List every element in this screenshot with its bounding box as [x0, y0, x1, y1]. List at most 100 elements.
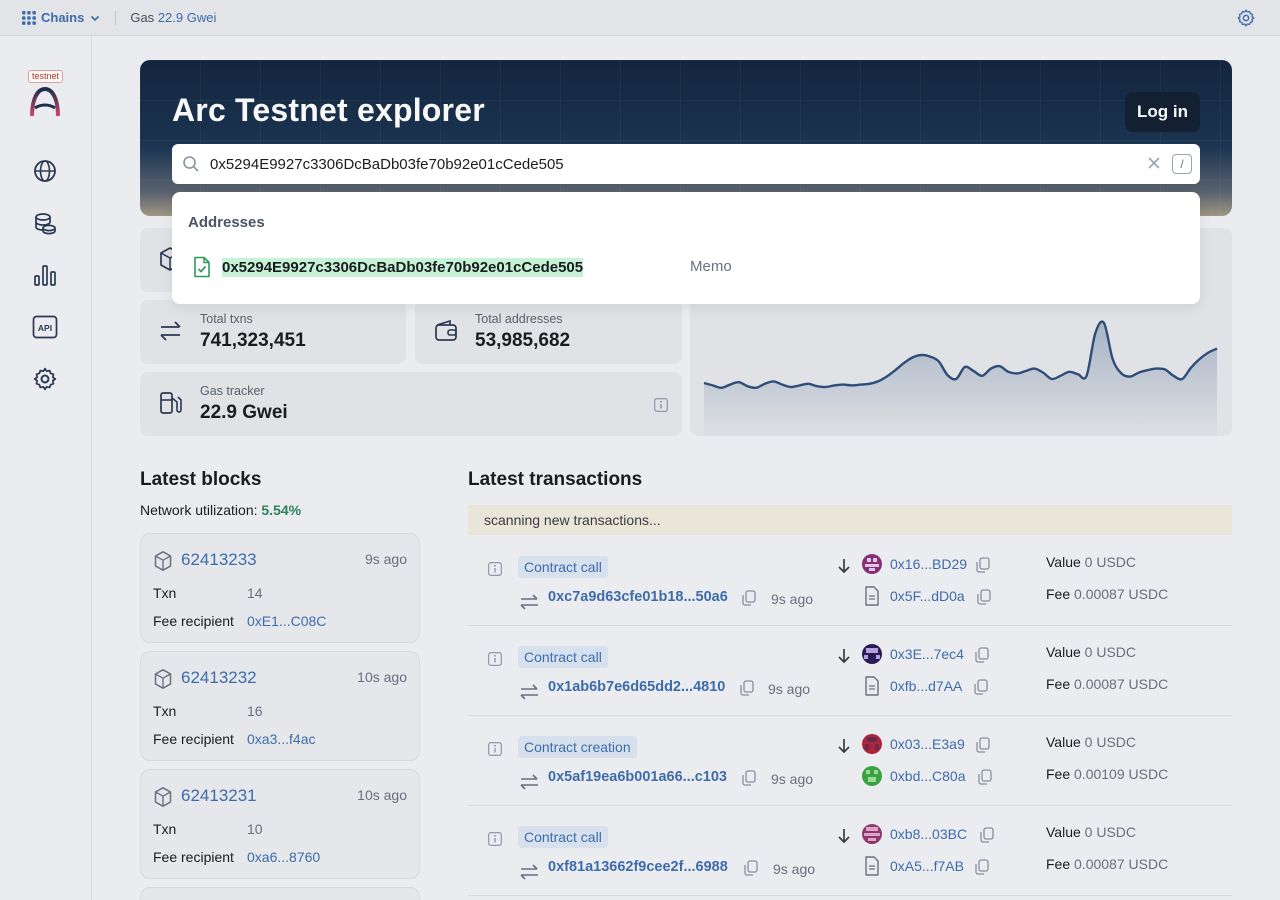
tx-from-address[interactable]: 0x3E...7ec4	[890, 646, 964, 662]
fee-amount: 0.00109 USDC	[1074, 766, 1169, 782]
tx-hash[interactable]: 0x1ab6b7e6d65dd2...4810	[548, 679, 725, 695]
stat-label: Total addresses	[475, 312, 563, 326]
tx-from-address[interactable]: 0x03...E3a9	[890, 736, 965, 752]
stat-card-gas-tracker: Gas tracker 22.9 Gwei	[140, 372, 682, 436]
tx-to-address[interactable]: 0xbd...C80a	[890, 768, 966, 784]
fee-amount: 0.00087 USDC	[1074, 676, 1169, 692]
to-avatar	[862, 766, 882, 786]
gas-indicator[interactable]: Gas 22.9 Gwei	[130, 10, 216, 25]
settings-icon[interactable]	[32, 366, 58, 392]
tx-hash[interactable]: 0x5af19ea6b001a66...c103	[548, 769, 727, 785]
fee-recipient-address[interactable]: 0xa3...f4ac	[247, 731, 316, 747]
transaction-row: Contract call 0xf81a13662f9cee2f...6988 …	[468, 806, 1232, 896]
utilization-label: Network utilization:	[140, 502, 258, 518]
arc-logo-icon	[30, 86, 60, 117]
transfer-arrows-icon	[520, 594, 538, 610]
copy-icon[interactable]	[742, 770, 756, 786]
txn-label: Txn	[153, 821, 177, 837]
tx-hash[interactable]: 0xc7a9d63cfe01b18...50a6	[548, 589, 728, 605]
copy-icon[interactable]	[974, 679, 988, 695]
result-name: Memo	[690, 258, 732, 275]
copy-icon[interactable]	[978, 769, 992, 785]
globe-icon[interactable]	[32, 158, 58, 184]
chart-area-fill	[704, 321, 1217, 436]
tx-hash[interactable]: 0xf81a13662f9cee2f...6988	[548, 859, 728, 875]
tx-age: 9s ago	[768, 681, 811, 697]
tx-fee: Fee 0.00087 USDC	[1046, 676, 1168, 692]
gas-value: 22.9 Gwei	[157, 10, 217, 25]
transaction-row: Contract creation 0x5af19ea6b001a66...c1…	[468, 716, 1232, 806]
tx-type-badge: Contract call	[518, 826, 608, 848]
fee-recipient-address[interactable]: 0xE1...C08C	[247, 613, 326, 629]
value-amount: 0 USDC	[1084, 824, 1137, 840]
search-input[interactable]: 0x5294E9927c3306DcBaDb03fe70b92e01cCede5…	[210, 156, 564, 173]
info-icon[interactable]	[488, 742, 502, 756]
txn-count: 16	[247, 703, 263, 719]
info-icon[interactable]	[488, 832, 502, 846]
stat-card-total-txns: Total txns 741,323,451	[140, 300, 406, 364]
from-avatar	[862, 824, 882, 844]
transaction-row: Contract call 0xc7a9d63cfe01b18...50a6 9…	[468, 536, 1232, 626]
api-icon[interactable]: API	[32, 314, 58, 340]
copy-icon[interactable]	[977, 589, 991, 605]
copy-icon[interactable]	[975, 647, 989, 663]
tx-fee: Fee 0.00109 USDC	[1046, 766, 1168, 782]
chains-label: Chains	[41, 10, 85, 25]
block-number[interactable]: 62413233	[181, 550, 257, 570]
chevron-down-icon	[91, 15, 100, 21]
tx-age: 9s ago	[771, 591, 814, 607]
clear-icon[interactable]	[1146, 155, 1162, 171]
result-address[interactable]: 0x5294E9927c3306DcBaDb03fe70b92e01cCede5…	[222, 257, 584, 277]
page-title: Arc Testnet explorer	[172, 92, 485, 128]
copy-icon[interactable]	[744, 860, 758, 876]
transfer-arrows-icon	[160, 321, 181, 341]
arrow-down-icon	[838, 649, 850, 664]
tx-to-address[interactable]: 0x5F...dD0a	[890, 588, 965, 604]
info-icon[interactable]	[488, 562, 502, 576]
copy-icon[interactable]	[975, 859, 989, 875]
tx-to-address[interactable]: 0xA5...f7AB	[890, 858, 964, 874]
copy-icon[interactable]	[976, 737, 990, 753]
from-avatar	[862, 554, 882, 574]
info-icon[interactable]	[488, 652, 502, 666]
value-label: Value	[1046, 824, 1081, 840]
fee-recipient-label: Fee recipient	[153, 731, 234, 747]
copy-icon[interactable]	[976, 557, 990, 573]
tx-to-address[interactable]: 0xfb...d7AA	[890, 678, 962, 694]
search-icon	[183, 156, 199, 172]
block-card: 62413232 10s ago Txn 16 Fee recipient 0x…	[140, 651, 420, 761]
tx-from-address[interactable]: 0x16...BD29	[890, 556, 967, 572]
copy-icon[interactable]	[980, 827, 994, 843]
copy-icon[interactable]	[742, 590, 756, 606]
search-results-dropdown: Addresses 0x5294E9927c3306DcBaDb03fe70b9…	[172, 192, 1200, 304]
coins-icon[interactable]	[32, 210, 58, 236]
arc-logo[interactable]: testnet	[28, 70, 64, 120]
transfer-arrows-icon	[520, 774, 538, 790]
search-bar[interactable]: 0x5294E9927c3306DcBaDb03fe70b92e01cCede5…	[172, 144, 1200, 184]
stat-label: Gas tracker	[200, 384, 265, 398]
login-button[interactable]: Log in	[1125, 92, 1200, 132]
latest-transactions-title: Latest transactions	[468, 469, 643, 490]
chains-menu[interactable]: Chains	[22, 10, 101, 25]
fee-recipient-address[interactable]: 0xa6...8760	[247, 849, 320, 865]
settings-gear-icon[interactable]	[1236, 8, 1256, 28]
tx-age: 9s ago	[771, 771, 814, 787]
tx-value: Value 0 USDC	[1046, 734, 1136, 750]
search-result-item[interactable]: 0x5294E9927c3306DcBaDb03fe70b92e01cCede5…	[192, 256, 584, 278]
block-number[interactable]: 62413231	[181, 786, 257, 806]
fee-label: Fee	[1046, 586, 1071, 602]
block-number[interactable]: 62413232	[181, 668, 257, 688]
fee-amount: 0.00087 USDC	[1074, 856, 1169, 872]
stat-card-total-addresses: Total addresses 53,985,682	[415, 300, 682, 364]
latest-blocks-title: Latest blocks	[140, 469, 262, 490]
slash-shortcut-key: /	[1172, 154, 1192, 174]
copy-icon[interactable]	[740, 680, 754, 696]
fee-label: Fee	[1046, 676, 1071, 692]
tx-from-address[interactable]: 0xb8...03BC	[890, 826, 967, 842]
contract-icon	[865, 676, 879, 696]
info-icon[interactable]	[654, 398, 668, 412]
stat-value: 741,323,451	[200, 330, 306, 351]
txn-label: Txn	[153, 703, 177, 719]
bar-chart-icon[interactable]	[32, 262, 58, 288]
fee-recipient-label: Fee recipient	[153, 849, 234, 865]
